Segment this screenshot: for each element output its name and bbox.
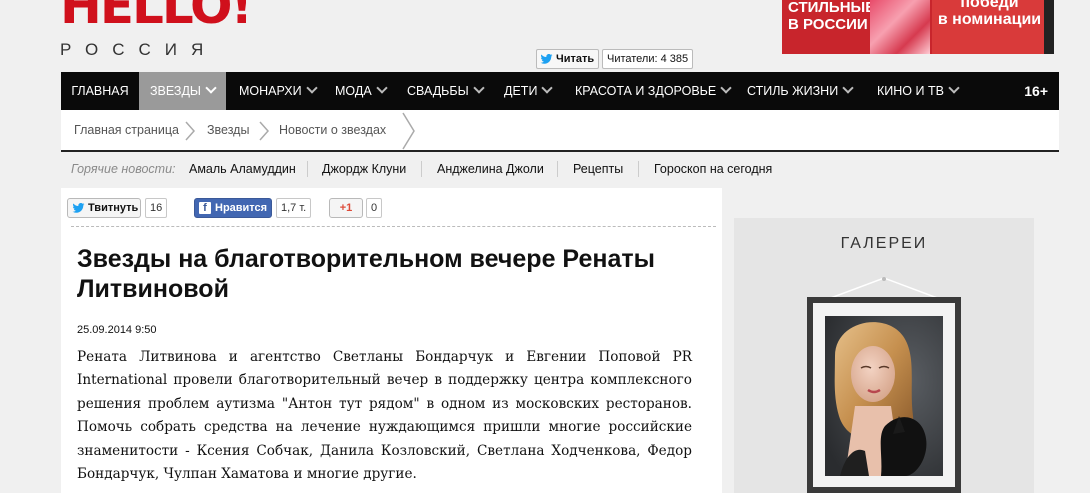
article-title: Звезды на благотворительном вечере Ренат… bbox=[77, 245, 655, 303]
chevron-right-icon bbox=[402, 112, 415, 150]
tweet-count: 16 bbox=[145, 198, 168, 218]
article-lead: Рената Литвинова и агентство Светланы Бо… bbox=[77, 349, 692, 483]
article-panel: Твитнуть 16 f Нравится 1,7 т. +1 0 Звезд… bbox=[61, 188, 722, 493]
divider bbox=[557, 161, 558, 177]
chevron-down-icon bbox=[948, 82, 960, 94]
banner-left-text: СТИЛЬНЫЕ В РОССИИ bbox=[788, 0, 876, 33]
twitter-follow-button[interactable]: Читать bbox=[536, 49, 600, 69]
divider bbox=[421, 161, 422, 177]
gplus-button[interactable]: +1 bbox=[329, 198, 363, 218]
twitter-bird-icon bbox=[540, 54, 553, 64]
galleries-title: ГАЛЕРЕИ bbox=[840, 235, 928, 252]
article-date: 25.09.2014 9:50 bbox=[77, 324, 157, 336]
breadcrumb-current[interactable]: Новости о звездах bbox=[279, 110, 386, 150]
divider bbox=[638, 161, 639, 177]
galleries-widget: ГАЛЕРЕИ bbox=[734, 218, 1034, 493]
nav-item-stars[interactable]: ЗВЕЗДЫ bbox=[139, 72, 226, 110]
divider bbox=[307, 161, 308, 177]
facebook-icon: f bbox=[199, 202, 211, 214]
chevron-down-icon bbox=[472, 82, 485, 94]
twitter-bird-icon bbox=[72, 203, 85, 213]
facebook-like-label: Нравится bbox=[215, 202, 268, 214]
hello-logo[interactable]: HELLO! РОССИЯ bbox=[60, 0, 246, 60]
breadcrumb: Главная страница Звезды Новости о звезда… bbox=[61, 110, 1059, 152]
hot-news-item[interactable]: Анджелина Джоли bbox=[437, 162, 544, 176]
nav-item-beauty[interactable]: КРАСОТА И ЗДОРОВЬЕ bbox=[575, 72, 732, 110]
logo-text: HELLO! bbox=[60, 0, 246, 35]
hot-news-item[interactable]: Гороскоп на сегодня bbox=[654, 162, 772, 176]
banner-edge bbox=[1044, 0, 1054, 54]
gplus-label: +1 bbox=[339, 202, 353, 214]
frame-mat bbox=[813, 303, 955, 487]
tweet-label: Твитнуть bbox=[88, 202, 139, 214]
gallery-photo bbox=[825, 316, 943, 476]
hot-news-item[interactable]: Рецепты bbox=[573, 162, 623, 176]
twitter-follow-label: Читать bbox=[556, 53, 595, 65]
gallery-picture-frame[interactable] bbox=[807, 297, 961, 493]
portrait-illustration bbox=[825, 316, 943, 476]
divider bbox=[71, 226, 716, 227]
banner-right-text: победи в номинации bbox=[932, 0, 1047, 54]
hot-news-item[interactable]: Амаль Аламуддин bbox=[189, 162, 296, 176]
nav-item-monarchs[interactable]: МОНАРХИ bbox=[239, 72, 318, 110]
breadcrumb-home[interactable]: Главная страница bbox=[74, 110, 179, 150]
nav-item-weddings[interactable]: СВАДЬБЫ bbox=[407, 72, 485, 110]
logo-subtitle: РОССИЯ bbox=[60, 40, 218, 59]
chevron-down-icon bbox=[541, 82, 554, 94]
readers-count: Читатели: 4 385 bbox=[602, 49, 694, 69]
facebook-like-count: 1,7 т. bbox=[276, 198, 312, 218]
hot-news-label: Горячие новости: bbox=[71, 162, 176, 176]
hot-news-bar: Горячие новости: Амаль Аламуддин Джордж … bbox=[61, 158, 1059, 182]
main-nav: ГЛАВНАЯ ЗВЕЗДЫ МОНАРХИ МОДА СВАДЬБЫ ДЕТИ… bbox=[61, 72, 1059, 110]
nav-item-fashion[interactable]: МОДА bbox=[335, 72, 388, 110]
chevron-right-icon bbox=[259, 121, 270, 141]
chevron-down-icon bbox=[376, 82, 388, 94]
hot-news-item[interactable]: Джордж Клуни bbox=[322, 162, 406, 176]
chevron-down-icon bbox=[720, 82, 732, 94]
nav-item-kids[interactable]: ДЕТИ bbox=[504, 72, 554, 110]
banner-artwork bbox=[870, 0, 930, 54]
age-rating-badge: 16+ bbox=[1024, 83, 1048, 99]
chevron-down-icon bbox=[205, 82, 217, 94]
nav-item-main[interactable]: ГЛАВНАЯ bbox=[61, 72, 139, 110]
gplus-count: 0 bbox=[366, 198, 383, 218]
facebook-like-button[interactable]: f Нравится bbox=[194, 198, 272, 218]
chevron-down-icon bbox=[305, 82, 318, 94]
tweet-button[interactable]: Твитнуть bbox=[67, 198, 141, 218]
breadcrumb-stars[interactable]: Звезды bbox=[207, 110, 249, 150]
share-buttons: Твитнуть 16 f Нравится 1,7 т. +1 0 bbox=[67, 198, 717, 222]
nav-item-lifestyle[interactable]: СТИЛЬ ЖИЗНИ bbox=[747, 72, 854, 110]
chevron-down-icon bbox=[842, 82, 854, 94]
chevron-right-icon bbox=[185, 121, 196, 141]
nav-item-cinema-tv[interactable]: КИНО И ТВ bbox=[877, 72, 960, 110]
ad-banner[interactable]: СТИЛЬНЫЕ В РОССИИ победи в номинации bbox=[782, 0, 1054, 54]
